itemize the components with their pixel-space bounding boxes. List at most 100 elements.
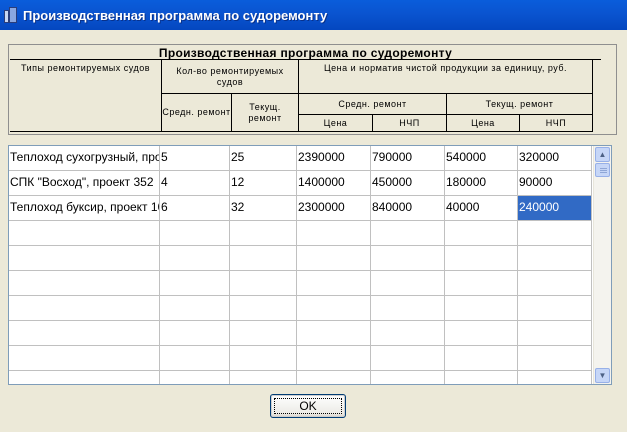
empty-cell[interactable] — [9, 296, 160, 321]
chevron-down-icon: ▼ — [598, 371, 607, 380]
empty-cell[interactable] — [297, 321, 371, 346]
cell-ship-type[interactable]: Теплоход буксир, проект 10 — [9, 196, 160, 221]
empty-cell[interactable] — [160, 296, 230, 321]
cell-count-avg[interactable]: 5 — [160, 146, 230, 171]
empty-cell[interactable] — [230, 346, 297, 371]
empty-cell[interactable] — [371, 221, 445, 246]
scroll-up-button[interactable]: ▲ — [595, 147, 610, 162]
table-row-empty[interactable] — [9, 321, 593, 346]
empty-cell[interactable] — [160, 321, 230, 346]
cell-price-cur[interactable]: 180000 — [445, 171, 518, 196]
cell-count-cur[interactable]: 12 — [230, 171, 297, 196]
scroll-thumb[interactable] — [595, 163, 610, 177]
cell-ncp-avg[interactable]: 450000 — [371, 171, 445, 196]
cell-price-avg[interactable]: 1400000 — [297, 171, 371, 196]
cell-count-cur[interactable]: 25 — [230, 146, 297, 171]
empty-cell[interactable] — [445, 271, 518, 296]
header-group-avg: Средн. ремонт — [299, 94, 447, 115]
empty-cell[interactable] — [297, 346, 371, 371]
empty-cell[interactable] — [230, 271, 297, 296]
empty-cell[interactable] — [9, 271, 160, 296]
table-row-empty[interactable] — [9, 271, 593, 296]
header-ncp-avg: НЧП — [373, 115, 447, 132]
empty-cell[interactable] — [230, 221, 297, 246]
empty-cell[interactable] — [9, 346, 160, 371]
empty-cell[interactable] — [297, 371, 371, 384]
empty-cell[interactable] — [297, 221, 371, 246]
empty-cell[interactable] — [230, 296, 297, 321]
app-icon — [4, 7, 18, 23]
header-title: Производственная программа по судоремонт… — [10, 46, 601, 60]
empty-cell[interactable] — [371, 246, 445, 271]
table-row[interactable]: СПК "Восход", проект 352 4 12 1400000 45… — [9, 171, 593, 196]
empty-cell[interactable] — [445, 346, 518, 371]
empty-cell[interactable] — [230, 246, 297, 271]
empty-cell[interactable] — [518, 321, 592, 346]
cell-count-avg[interactable]: 6 — [160, 196, 230, 221]
empty-cell[interactable] — [297, 246, 371, 271]
empty-cell[interactable] — [371, 296, 445, 321]
header-count-avg: Средн. ремонт — [162, 94, 232, 132]
vertical-scrollbar[interactable]: ▲ ▼ — [593, 146, 611, 384]
table-row-empty[interactable] — [9, 246, 593, 271]
cell-price-cur[interactable]: 540000 — [445, 146, 518, 171]
empty-cell[interactable] — [160, 221, 230, 246]
cell-ncp-cur[interactable]: 90000 — [518, 171, 592, 196]
empty-cell[interactable] — [230, 371, 297, 384]
table-header: Производственная программа по судоремонт… — [8, 44, 617, 135]
table-row-empty[interactable] — [9, 296, 593, 321]
empty-cell[interactable] — [445, 296, 518, 321]
empty-cell[interactable] — [230, 321, 297, 346]
cell-ship-type[interactable]: Теплоход сухогрузный, проект — [9, 146, 160, 171]
ok-button[interactable]: OK — [270, 394, 346, 418]
header-ncp-cur: НЧП — [520, 115, 593, 132]
empty-cell[interactable] — [160, 346, 230, 371]
empty-cell[interactable] — [371, 371, 445, 384]
empty-cell[interactable] — [9, 221, 160, 246]
title-bar[interactable]: Производственная программа по судоремонт… — [0, 0, 627, 30]
table-row[interactable]: Теплоход буксир, проект 10 6 32 2300000 … — [9, 196, 593, 221]
empty-cell[interactable] — [371, 271, 445, 296]
empty-cell[interactable] — [445, 246, 518, 271]
cell-ncp-avg[interactable]: 840000 — [371, 196, 445, 221]
cell-price-avg[interactable]: 2300000 — [297, 196, 371, 221]
empty-cell[interactable] — [518, 221, 592, 246]
empty-cell[interactable] — [445, 371, 518, 384]
cell-ncp-avg[interactable]: 790000 — [371, 146, 445, 171]
table-row-empty[interactable] — [9, 346, 593, 371]
empty-cell[interactable] — [160, 246, 230, 271]
empty-cell[interactable] — [160, 271, 230, 296]
empty-cell[interactable] — [371, 346, 445, 371]
cell-price-cur[interactable]: 40000 — [445, 196, 518, 221]
cell-ncp-cur-selected[interactable]: 240000 — [518, 196, 592, 221]
empty-cell[interactable] — [518, 246, 592, 271]
cell-count-cur[interactable]: 32 — [230, 196, 297, 221]
header-ship-count: Кол-во ремонтируемых судов — [162, 60, 299, 94]
empty-cell[interactable] — [518, 296, 592, 321]
empty-cell[interactable] — [445, 221, 518, 246]
empty-cell[interactable] — [518, 271, 592, 296]
empty-cell[interactable] — [9, 371, 160, 384]
empty-cell[interactable] — [297, 296, 371, 321]
cell-count-avg[interactable]: 4 — [160, 171, 230, 196]
empty-cell[interactable] — [297, 271, 371, 296]
table-row[interactable]: Теплоход сухогрузный, проект 5 25 239000… — [9, 146, 593, 171]
cell-ship-type[interactable]: СПК "Восход", проект 352 — [9, 171, 160, 196]
empty-cell[interactable] — [518, 346, 592, 371]
cell-ncp-cur[interactable]: 320000 — [518, 146, 592, 171]
header-price-cur: Цена — [447, 115, 520, 132]
window-title: Производственная программа по судоремонт… — [23, 7, 328, 23]
scroll-down-button[interactable]: ▼ — [595, 368, 610, 383]
table-row-empty[interactable] — [9, 221, 593, 246]
empty-cell[interactable] — [9, 321, 160, 346]
data-grid[interactable]: Теплоход сухогрузный, проект 5 25 239000… — [8, 145, 612, 385]
empty-cell[interactable] — [9, 246, 160, 271]
empty-cell[interactable] — [445, 321, 518, 346]
cell-price-avg[interactable]: 2390000 — [297, 146, 371, 171]
empty-cell[interactable] — [518, 371, 592, 384]
table-row-empty[interactable] — [9, 371, 593, 384]
empty-cell[interactable] — [371, 321, 445, 346]
header-ship-types: Типы ремонтируемых судов — [10, 60, 162, 132]
header-price-norm: Цена и норматив чистой продукции за един… — [299, 60, 593, 94]
empty-cell[interactable] — [160, 371, 230, 384]
